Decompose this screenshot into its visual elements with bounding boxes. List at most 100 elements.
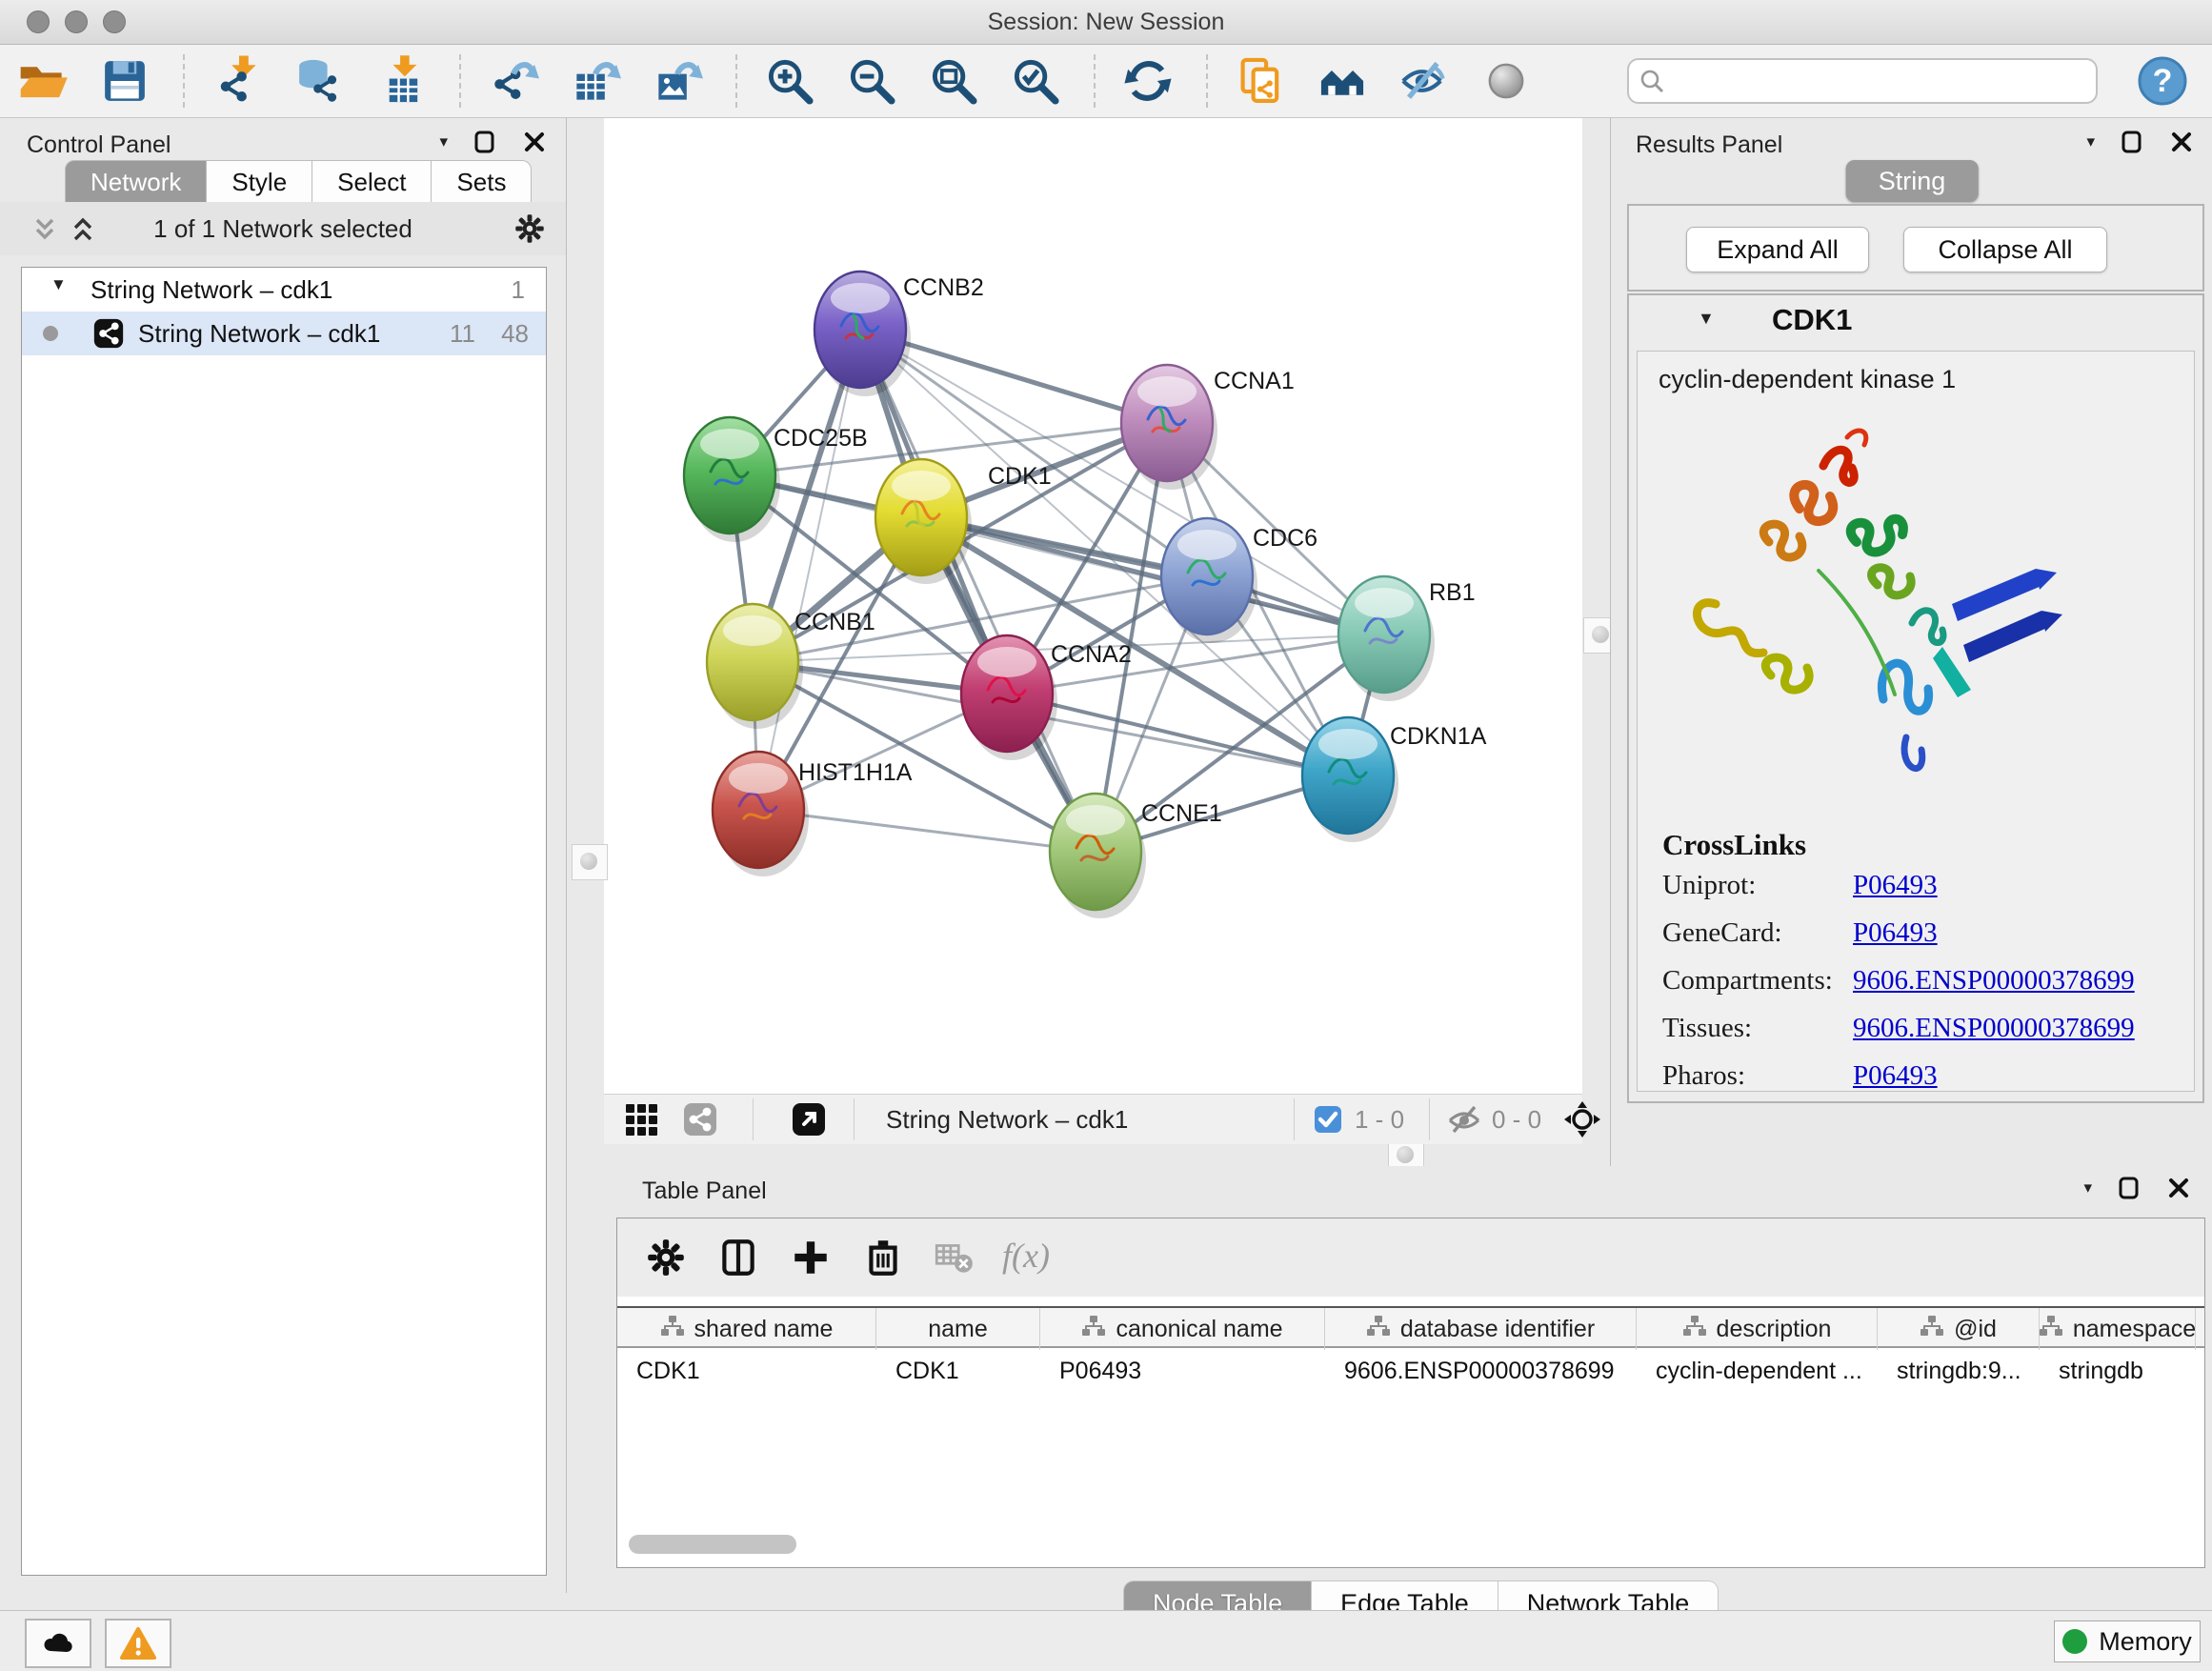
function-builder-icon[interactable]: f(x) bbox=[1002, 1236, 1050, 1276]
export-network-icon[interactable] bbox=[488, 55, 539, 107]
close-panel-icon[interactable] bbox=[522, 130, 547, 154]
birdseye-grid-icon[interactable] bbox=[623, 1101, 659, 1137]
zoom-in-icon[interactable] bbox=[764, 55, 815, 107]
network-options-gear-icon[interactable] bbox=[513, 211, 547, 246]
column-header-database-identifier[interactable]: database identifier bbox=[1325, 1308, 1637, 1350]
node-details-header[interactable]: ▼ CDK1 bbox=[1629, 295, 2202, 349]
node-CCNA1[interactable] bbox=[1121, 365, 1217, 490]
tab-style[interactable]: Style bbox=[207, 160, 312, 204]
save-session-icon[interactable] bbox=[99, 55, 151, 107]
tab-sets[interactable]: Sets bbox=[432, 160, 532, 204]
export-table-icon[interactable] bbox=[570, 55, 621, 107]
control-panel-menu-icon[interactable]: ▾ bbox=[439, 130, 448, 154]
node-CCNB2[interactable] bbox=[814, 272, 911, 396]
table-panel-menu-icon[interactable]: ▾ bbox=[2083, 1176, 2092, 1200]
export-image-icon[interactable] bbox=[652, 55, 703, 107]
column-header-shared-name[interactable]: shared name bbox=[617, 1308, 876, 1350]
documents-network-icon[interactable] bbox=[1235, 55, 1286, 107]
column-header--id[interactable]: @id bbox=[1878, 1308, 2040, 1350]
zoom-out-icon[interactable] bbox=[846, 55, 897, 107]
network-row[interactable]: String Network – cdk1 11 48 bbox=[22, 312, 546, 355]
crosslink-row: GeneCard:P06493 bbox=[1662, 917, 2177, 949]
add-column-icon[interactable] bbox=[789, 1236, 833, 1279]
expand-all-button[interactable]: Expand All bbox=[1686, 227, 1869, 272]
collapse-node-icon[interactable]: ▼ bbox=[1698, 309, 1715, 329]
eye-slash-icon[interactable] bbox=[1398, 55, 1450, 107]
import-network-from-database-icon[interactable] bbox=[293, 55, 345, 107]
refresh-icon[interactable] bbox=[1122, 55, 1174, 107]
column-header-namespace[interactable]: namespace bbox=[2040, 1308, 2196, 1350]
table-options-gear-icon[interactable] bbox=[644, 1236, 688, 1279]
crosshair-icon[interactable] bbox=[1562, 1099, 1602, 1139]
svg-text:?: ? bbox=[2153, 63, 2173, 99]
network-canvas[interactable]: CCNB2CCNA1CDC25BCDK1CDC6RB1CCNB1CCNA2CDK… bbox=[604, 118, 1582, 1094]
crosslink-link[interactable]: P06493 bbox=[1853, 1060, 1938, 1092]
collapse-tree-icon[interactable]: ▼ bbox=[50, 275, 67, 294]
table-row[interactable]: CDK1CDK1P064939606.ENSP00000378699cyclin… bbox=[617, 1350, 2204, 1392]
export-view-icon[interactable] bbox=[791, 1101, 827, 1137]
table-cell: stringdb:9... bbox=[1878, 1350, 2040, 1392]
node-label-CDKN1A: CDKN1A bbox=[1390, 723, 1487, 750]
show-columns-icon[interactable] bbox=[716, 1236, 760, 1279]
warnings-button[interactable] bbox=[105, 1619, 171, 1668]
hidden-eye-icon[interactable] bbox=[1446, 1101, 1482, 1137]
crosslinks-section: CrossLinks Uniprot:P06493GeneCard:P06493… bbox=[1662, 828, 2177, 1092]
crosslink-link[interactable]: P06493 bbox=[1853, 870, 1938, 901]
search-input[interactable] bbox=[1673, 62, 2086, 98]
table-horizontal-scrollbar[interactable] bbox=[629, 1535, 2191, 1554]
crosslink-link[interactable]: P06493 bbox=[1853, 917, 1938, 949]
cloud-status-button[interactable] bbox=[25, 1619, 91, 1668]
string-share-icon[interactable] bbox=[682, 1101, 718, 1137]
crosslink-link[interactable]: 9606.ENSP00000378699 bbox=[1853, 1013, 2135, 1044]
help-button[interactable]: ? bbox=[2138, 56, 2187, 106]
crosslink-row: Pharos:P06493 bbox=[1662, 1060, 2177, 1092]
node-label-CCNB1: CCNB1 bbox=[794, 609, 875, 635]
delete-table-icon[interactable] bbox=[932, 1236, 975, 1279]
node-CCNE1[interactable] bbox=[1050, 794, 1146, 918]
crosslink-label: Compartments: bbox=[1662, 965, 1853, 997]
toolbar-separator bbox=[1094, 54, 1096, 108]
float-panel-icon[interactable] bbox=[473, 130, 497, 154]
import-table-icon[interactable] bbox=[375, 55, 427, 107]
tab-network[interactable]: Network bbox=[65, 160, 207, 204]
close-panel-icon[interactable] bbox=[2169, 130, 2194, 154]
edge-CCNA2-CDKN1A[interactable] bbox=[1007, 694, 1348, 775]
column-header-canonical-name[interactable]: canonical name bbox=[1040, 1308, 1325, 1350]
zoom-selected-icon[interactable] bbox=[1010, 55, 1061, 107]
network-list: ▼ String Network – cdk1 1 String Network… bbox=[21, 267, 547, 1576]
column-header-description[interactable]: description bbox=[1637, 1308, 1878, 1350]
edge-CCNB2-HIST1H1A[interactable] bbox=[758, 330, 860, 810]
close-panel-icon[interactable] bbox=[2166, 1176, 2191, 1200]
control-panel-title: Control Panel bbox=[27, 131, 171, 159]
network-collection-row[interactable]: ▼ String Network – cdk1 1 bbox=[22, 268, 546, 312]
node-RB1[interactable] bbox=[1338, 576, 1435, 701]
zoom-fit-content-icon[interactable] bbox=[928, 55, 979, 107]
results-panel-menu-icon[interactable]: ▾ bbox=[2086, 130, 2095, 154]
float-panel-icon[interactable] bbox=[2120, 130, 2144, 154]
left-splitter-handle[interactable] bbox=[572, 844, 608, 880]
open-file-icon[interactable] bbox=[17, 55, 69, 107]
titlebar: Session: New Session bbox=[0, 0, 2212, 45]
crosslink-link[interactable]: 9606.ENSP00000378699 bbox=[1853, 965, 2135, 997]
double-house-icon[interactable] bbox=[1317, 55, 1368, 107]
node-CDK1[interactable] bbox=[875, 459, 972, 584]
tab-string[interactable]: String bbox=[1846, 160, 1979, 202]
float-panel-icon[interactable] bbox=[2117, 1176, 2142, 1200]
column-header-name[interactable]: name bbox=[876, 1308, 1040, 1350]
gray-sphere-icon[interactable] bbox=[1480, 55, 1532, 107]
edge-HIST1H1A-CCNE1[interactable] bbox=[758, 810, 1096, 852]
node-label-CCNE1: CCNE1 bbox=[1141, 800, 1222, 827]
delete-column-icon[interactable] bbox=[861, 1236, 905, 1279]
node-CDKN1A[interactable] bbox=[1302, 717, 1398, 842]
node-CCNA2[interactable] bbox=[961, 635, 1057, 760]
network-label: String Network – cdk1 bbox=[138, 319, 380, 349]
node-HIST1H1A[interactable] bbox=[713, 752, 809, 876]
collapse-all-button[interactable]: Collapse All bbox=[1903, 227, 2107, 272]
node-CCNB1[interactable] bbox=[707, 604, 803, 729]
selected-checkbox-icon[interactable] bbox=[1313, 1104, 1343, 1135]
import-network-from-file-icon[interactable] bbox=[211, 55, 263, 107]
tab-select[interactable]: Select bbox=[312, 160, 432, 204]
main-toolbar: ? bbox=[0, 45, 2212, 118]
memory-button[interactable]: Memory bbox=[2054, 1621, 2201, 1662]
node-CDC6[interactable] bbox=[1161, 518, 1257, 643]
